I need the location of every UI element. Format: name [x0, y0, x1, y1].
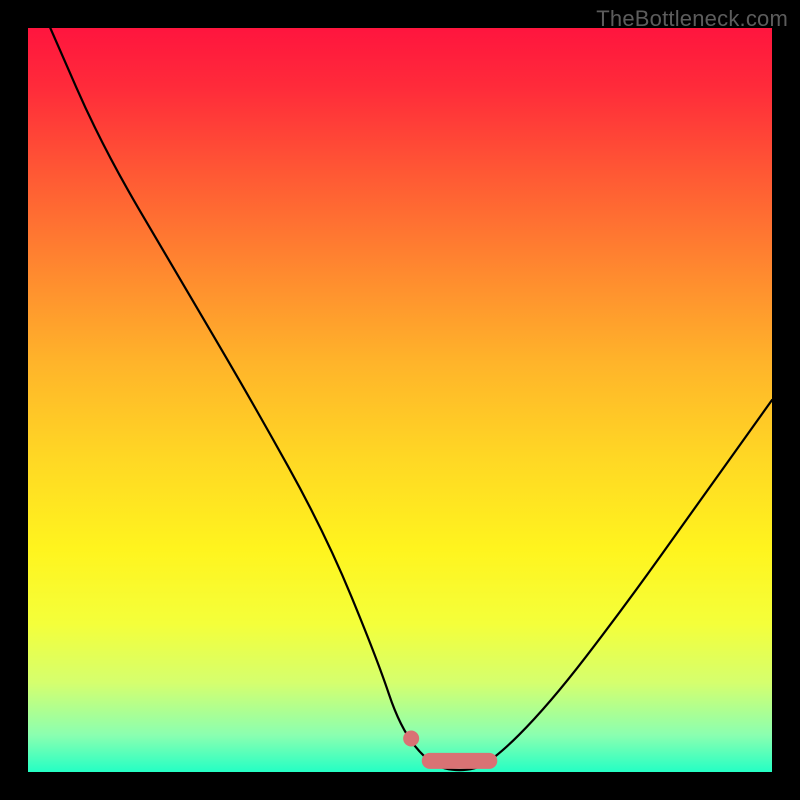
chart-svg: [28, 28, 772, 772]
plot-area: [28, 28, 772, 772]
watermark-text: TheBottleneck.com: [596, 6, 788, 32]
marker-dot: [403, 731, 419, 747]
bottleneck-curve: [50, 28, 772, 770]
